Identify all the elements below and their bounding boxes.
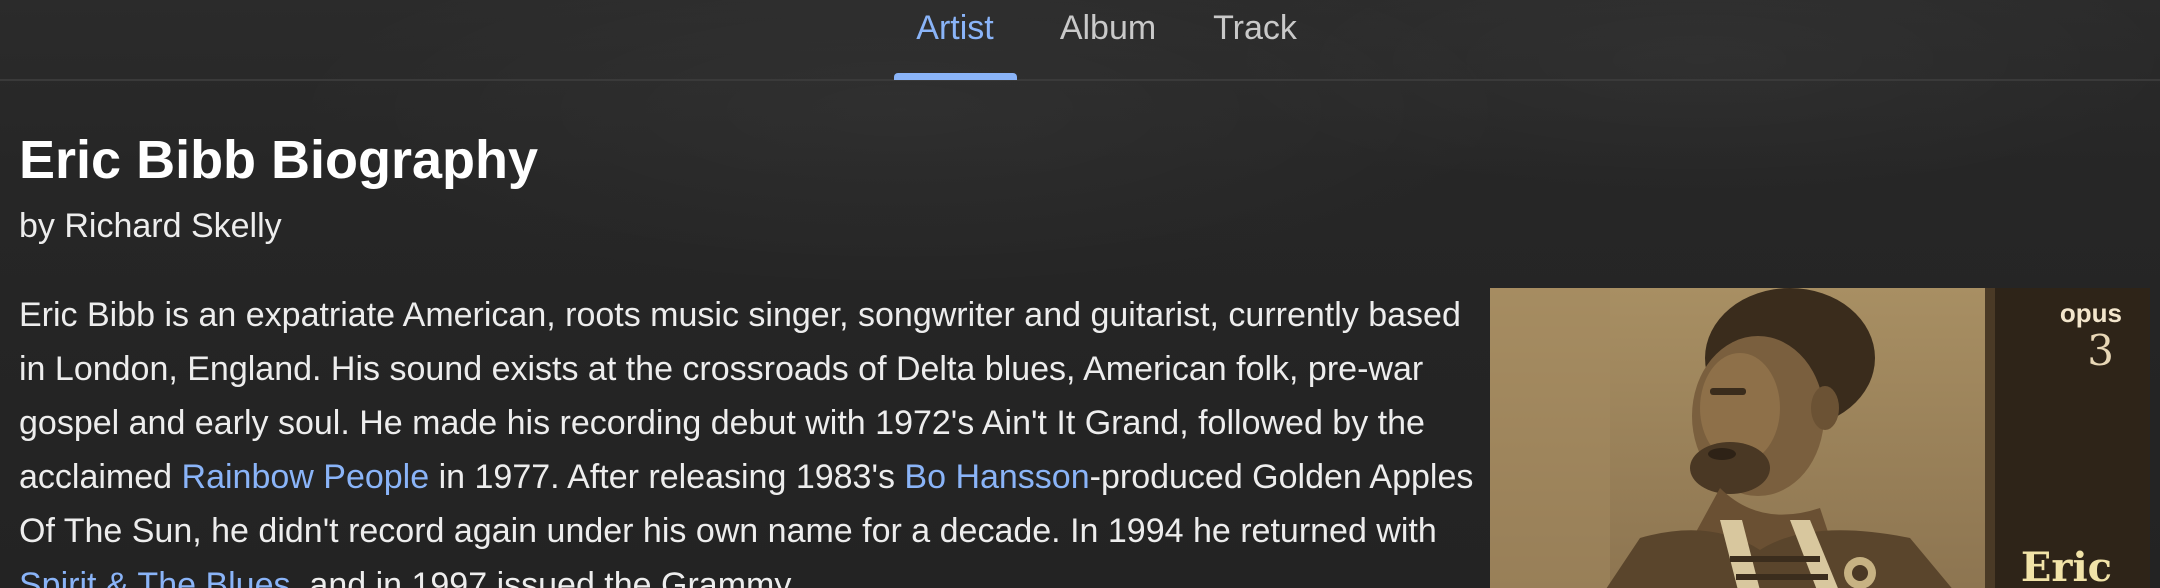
page-title: Eric Bibb Biography bbox=[19, 130, 539, 190]
author-byline: by Richard Skelly bbox=[19, 207, 282, 245]
tab-artist[interactable]: Artist bbox=[893, 6, 1017, 50]
bio-text-part-2: in 1977. After releasing 1983's bbox=[429, 458, 905, 496]
tab-album[interactable]: Album bbox=[1046, 6, 1170, 50]
artist-bio-page: Artist Album Track Eric Bibb Biography b… bbox=[0, 0, 2160, 588]
bio-text-part-4: , and in 1997 issued the Grammy bbox=[290, 566, 792, 588]
link-spirit-and-the-blues[interactable]: Spirit & The Blues bbox=[19, 566, 291, 588]
active-tab-indicator bbox=[894, 73, 1017, 80]
link-rainbow-people[interactable]: Rainbow People bbox=[182, 458, 430, 496]
link-bo-hansson[interactable]: Bo Hansson bbox=[904, 458, 1089, 496]
biography-text: Eric Bibb is an expatriate American, roo… bbox=[19, 288, 1489, 588]
tab-track[interactable]: Track bbox=[1200, 6, 1310, 50]
record-label-logo: opus bbox=[2059, 298, 2122, 328]
tab-bar: Artist Album Track bbox=[0, 0, 2160, 81]
record-label-number: 3 bbox=[2087, 326, 2114, 375]
album-cover-artist-name: Eric bbox=[2020, 544, 2112, 588]
album-cover-photo bbox=[1490, 288, 2150, 588]
album-cover-image: opus 3 Eric bbox=[1490, 288, 2150, 588]
